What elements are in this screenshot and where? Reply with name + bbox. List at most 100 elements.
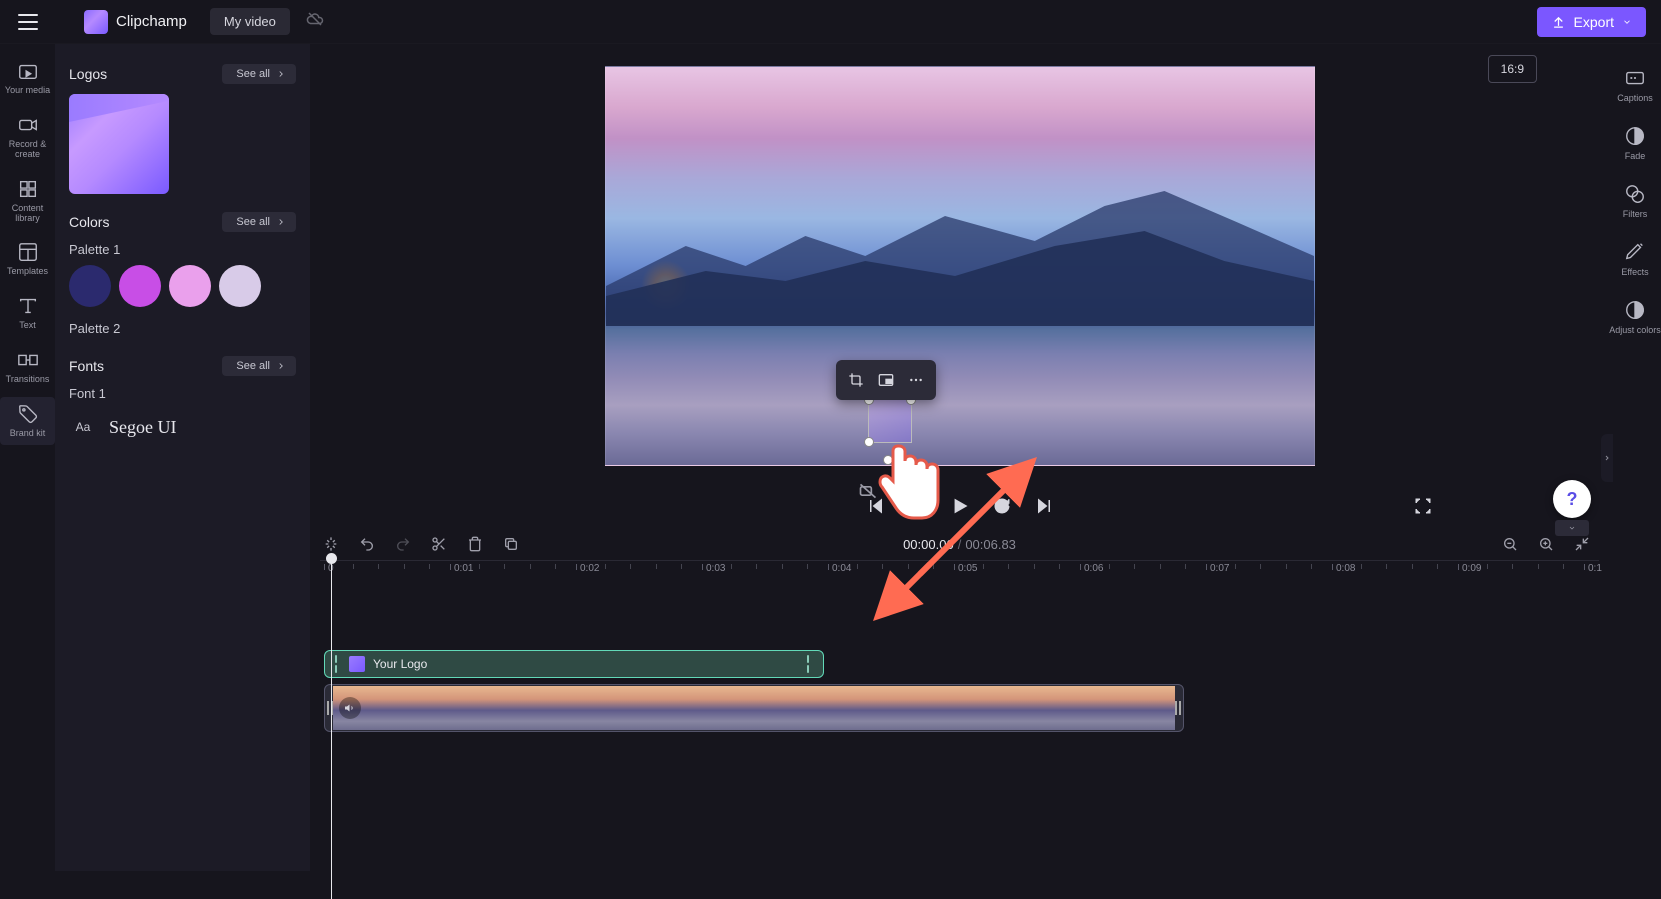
rail-label: Record & create [0, 140, 55, 160]
mountain-graphic [606, 186, 1314, 326]
rail-label: Content library [0, 204, 55, 224]
rotate-handle[interactable] [883, 455, 893, 465]
redo-icon [395, 536, 411, 552]
main-area: Your media Record & create Content libra… [0, 44, 1661, 871]
undo-button[interactable] [356, 533, 378, 555]
redo-button[interactable] [392, 533, 414, 555]
more-button[interactable] [902, 366, 930, 394]
logo-track-clip[interactable]: Your Logo [324, 650, 824, 678]
font-row[interactable]: Aa Segoe UI [69, 409, 296, 445]
palette1-swatches [69, 265, 296, 307]
floating-toolbar [836, 360, 936, 400]
ruler-mark: 0:03 [706, 563, 725, 574]
video-track-clip[interactable] [324, 684, 1184, 732]
rail-transitions[interactable]: Transitions [0, 343, 55, 391]
rail-text[interactable]: Text [0, 289, 55, 337]
preview-area: 16:9 [310, 44, 1609, 512]
delete-button[interactable] [464, 533, 486, 555]
captions-button[interactable]: Captions [1617, 59, 1653, 111]
fade-button[interactable]: Fade [1624, 117, 1646, 169]
clip-handle-right[interactable] [807, 655, 813, 673]
color-swatch[interactable] [119, 265, 161, 307]
crop-icon [848, 372, 864, 388]
logo-thumbnail[interactable] [69, 94, 169, 194]
mute-icon[interactable] [339, 697, 361, 719]
selection-box[interactable] [868, 399, 912, 443]
fullscreen-button[interactable] [1407, 490, 1439, 522]
rail-templates[interactable]: Templates [0, 235, 55, 283]
step-back-button[interactable] [902, 490, 934, 522]
step-forward-button[interactable] [986, 490, 1018, 522]
more-horizontal-icon [908, 372, 924, 388]
timecode-bar: 00:00.00 / 00:06.83 [310, 528, 1609, 560]
color-swatch[interactable] [69, 265, 111, 307]
zoom-out-button[interactable] [1499, 533, 1521, 555]
see-all-logos-button[interactable]: See all [222, 64, 296, 84]
brand[interactable]: Clipchamp [84, 10, 187, 34]
menu-icon[interactable] [10, 4, 46, 40]
clip-handle-right[interactable] [1173, 685, 1183, 731]
aspect-ratio-selector[interactable]: 16:9 [1488, 55, 1537, 83]
skip-forward-button[interactable] [1028, 490, 1060, 522]
center-column: 16:9 [310, 44, 1609, 871]
clip-handle-left[interactable] [325, 685, 335, 731]
export-button[interactable]: Export [1537, 7, 1646, 37]
timeline-tracks[interactable]: Your Logo [310, 586, 1609, 871]
duplicate-button[interactable] [500, 533, 522, 555]
trash-icon [467, 536, 483, 552]
zoom-out-icon [1502, 536, 1518, 552]
magic-button[interactable] [320, 533, 342, 555]
export-label: Export [1574, 14, 1614, 30]
rail-label: Brand kit [10, 429, 46, 439]
playhead[interactable] [331, 559, 332, 899]
help-expand-button[interactable] [1555, 520, 1589, 536]
split-button[interactable] [428, 533, 450, 555]
adjust-colors-button[interactable]: Adjust colors [1609, 291, 1661, 343]
collapse-rightrail-button[interactable] [1601, 434, 1613, 482]
pip-button[interactable] [872, 366, 900, 394]
see-all-colors-button[interactable]: See all [222, 212, 296, 232]
undo-icon [359, 536, 375, 552]
chevron-down-icon [1622, 17, 1632, 27]
fullscreen-icon [1414, 497, 1432, 515]
video-title-input[interactable]: My video [210, 8, 290, 35]
rail-content-library[interactable]: Content library [0, 172, 55, 230]
color-swatch[interactable] [219, 265, 261, 307]
zoom-in-icon [1538, 536, 1554, 552]
forward-icon [993, 497, 1011, 515]
zoom-in-button[interactable] [1535, 533, 1557, 555]
palette1-label: Palette 1 [69, 242, 296, 257]
duration-time: 00:06.83 [965, 537, 1016, 552]
fade-icon [1624, 125, 1646, 147]
current-time: 00:00.00 [903, 537, 954, 552]
playback-controls [310, 484, 1609, 528]
contrast-icon [1624, 299, 1646, 321]
play-button[interactable] [944, 490, 976, 522]
effects-button[interactable]: Effects [1621, 233, 1648, 285]
rewind-icon [909, 497, 927, 515]
effects-icon [1624, 241, 1646, 263]
help-button[interactable]: ? [1553, 480, 1591, 518]
top-bar: Clipchamp My video Export [0, 0, 1661, 44]
crop-button[interactable] [842, 366, 870, 394]
video-canvas[interactable] [605, 66, 1315, 466]
timeline-ruler[interactable]: 00:010:020:030:040:050:060:070:080:090:1 [320, 560, 1599, 586]
ruler-mark: 0:1 [1588, 563, 1602, 574]
rail-record-create[interactable]: Record & create [0, 108, 55, 166]
rail-your-media[interactable]: Your media [0, 54, 55, 102]
rail-label: Text [19, 321, 36, 331]
pip-icon [877, 372, 895, 388]
font-name-label: Segoe UI [109, 417, 176, 438]
rail-brand-kit[interactable]: Brand kit [0, 397, 55, 445]
section-logos-title: Logos [69, 66, 107, 82]
play-icon [950, 496, 970, 516]
cloud-sync-icon[interactable] [306, 10, 324, 33]
captions-icon [1624, 67, 1646, 89]
clip-handle-left[interactable] [335, 655, 341, 673]
detach-icon[interactable] [858, 481, 878, 506]
fit-timeline-button[interactable] [1571, 533, 1593, 555]
see-all-fonts-button[interactable]: See all [222, 356, 296, 376]
color-swatch[interactable] [169, 265, 211, 307]
filters-button[interactable]: Filters [1623, 175, 1648, 227]
resize-handle-sw[interactable] [864, 437, 874, 447]
